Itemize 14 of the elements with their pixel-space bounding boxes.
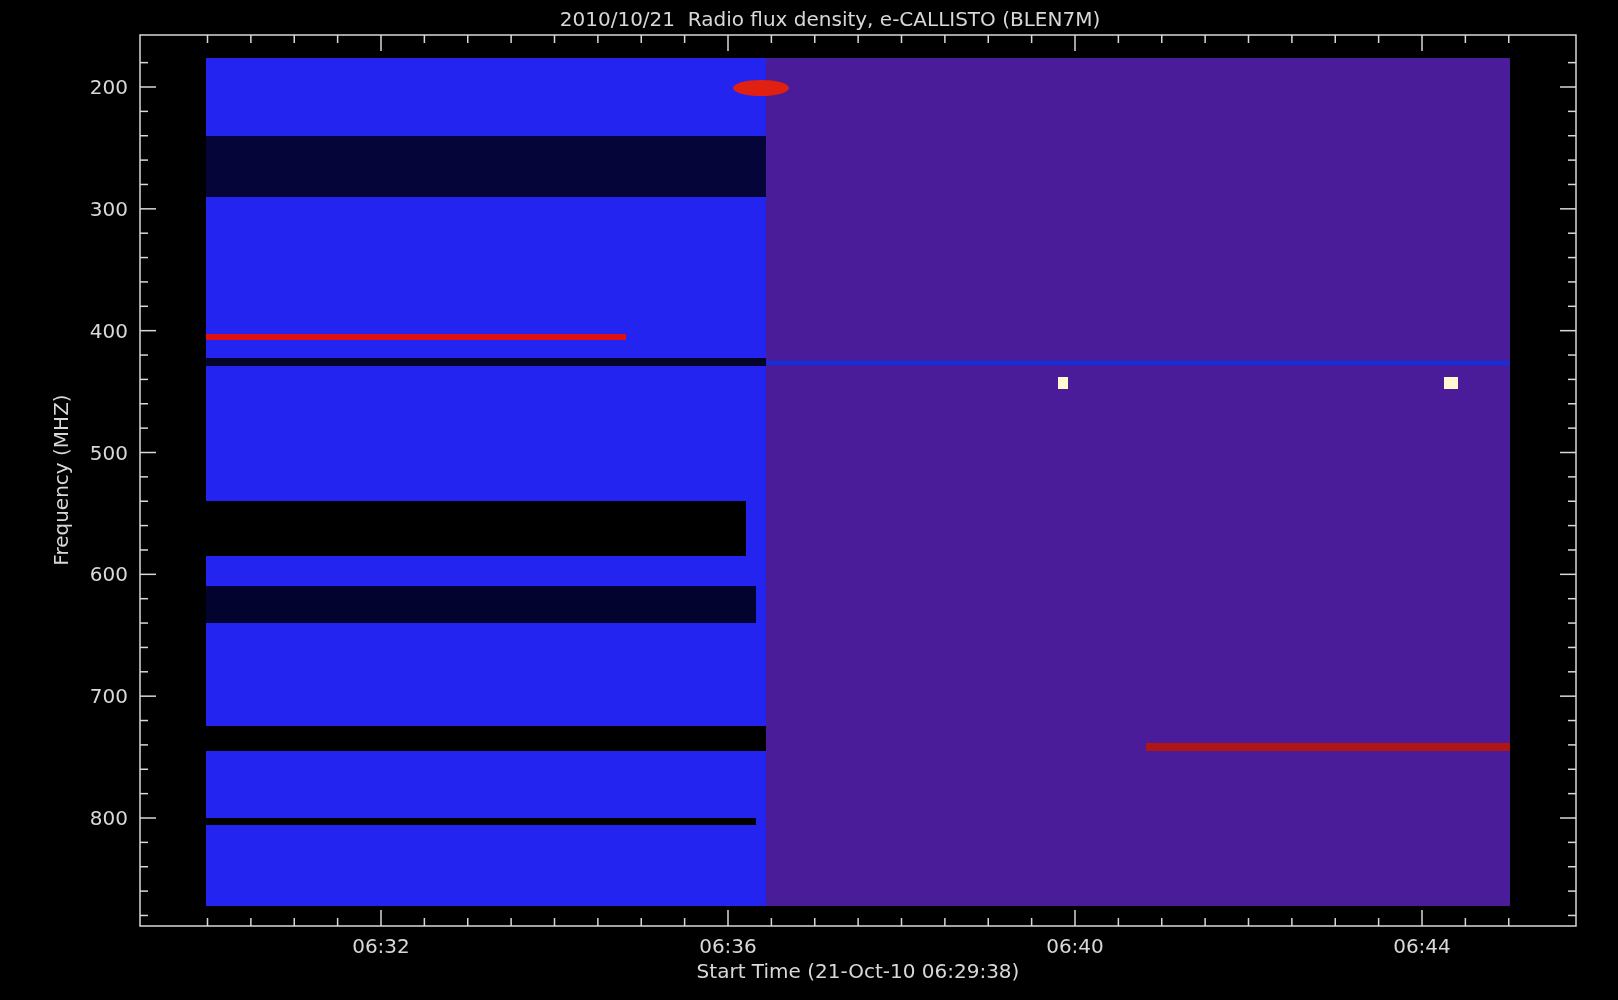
- y-axis-label: Frequency (MHZ): [49, 394, 73, 566]
- y-tick-label: 300: [89, 196, 128, 221]
- y-tick-label: 700: [89, 684, 128, 709]
- y-tick-label: 600: [89, 562, 128, 587]
- y-tick-label: 400: [89, 318, 128, 343]
- x-axis-label: Start Time (21-Oct-10 06:29:38): [696, 959, 1020, 983]
- x-tick-label: 06:32: [352, 934, 410, 958]
- x-tick-label: 06:40: [1046, 934, 1104, 958]
- y-tick-label: 800: [89, 806, 128, 830]
- y-tick-label: 200: [89, 75, 128, 99]
- chart-title: 2010/10/21 Radio flux density, e-CALLISTO (BLEN7M): [559, 7, 1101, 31]
- x-tick-label: 06:44: [1393, 934, 1451, 958]
- y-tick-label: 500: [89, 440, 128, 465]
- x-tick-label: 06:36: [699, 934, 757, 958]
